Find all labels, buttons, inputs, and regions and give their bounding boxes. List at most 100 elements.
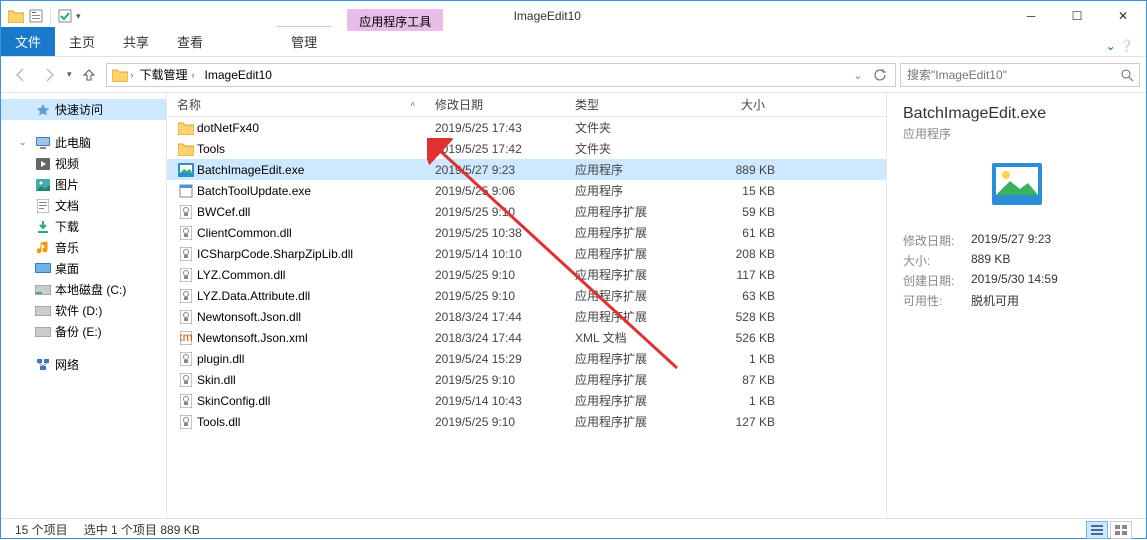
file-size: 59 KB [695,205,775,219]
properties-icon[interactable] [27,7,45,25]
details-subtype: 应用程序 [903,125,1130,142]
file-date: 2019/5/14 10:43 [435,394,575,408]
refresh-button[interactable] [869,65,891,85]
view-thumbnails-button[interactable] [1110,521,1132,539]
tab-share[interactable]: 共享 [109,27,163,56]
file-row[interactable]: dotNetFx402019/5/25 17:43文件夹 [167,117,886,138]
star-icon [35,102,51,118]
file-row[interactable]: LYZ.Data.Attribute.dll2019/5/25 9:10应用程序… [167,285,886,306]
file-size: 889 KB [695,163,775,177]
file-row[interactable]: SkinConfig.dll2019/5/14 10:43应用程序扩展1 KB [167,390,886,411]
search-icon[interactable] [1115,64,1139,86]
column-size[interactable]: 大小 [685,96,775,113]
file-row[interactable]: ClientCommon.dll2019/5/25 10:38应用程序扩展61 … [167,222,886,243]
file-date: 2019/5/25 9:10 [435,415,575,429]
file-name: dotNetFx40 [195,121,435,135]
forward-button[interactable] [37,62,63,88]
sidebar-item-soft-d[interactable]: ›软件 (D:) [1,300,166,321]
column-date[interactable]: 修改日期 [425,96,565,113]
file-icon [177,351,195,367]
file-icon [177,246,195,262]
folder-icon [7,7,25,25]
qat-dropdown-icon[interactable]: ▾ [76,11,81,22]
breadcrumb-item[interactable]: ImageEdit10 [201,68,276,82]
history-dropdown-icon[interactable]: ⌄ [847,65,869,85]
desktop-icon [35,261,51,277]
recent-dropdown-icon[interactable]: ▾ [67,69,72,80]
sidebar-item-backup-e[interactable]: ›备份 (E:) [1,321,166,342]
drive-icon [35,303,51,319]
file-icon [177,288,195,304]
sidebar-item-music[interactable]: ›音乐 [1,237,166,258]
column-name[interactable]: 名称˄ [167,96,425,113]
maximize-button[interactable]: ☐ [1054,1,1100,31]
tab-file[interactable]: 文件 [1,27,55,56]
sidebar-item-videos[interactable]: ›视频 [1,153,166,174]
minimize-button[interactable]: ─ [1008,1,1054,31]
sidebar-item-documents[interactable]: ›文档 [1,195,166,216]
file-row[interactable]: plugin.dll2019/5/24 15:29应用程序扩展1 KB [167,348,886,369]
file-type: 应用程序 [575,182,695,199]
column-type[interactable]: 类型 [565,96,685,113]
details-thumbnail [987,154,1047,214]
search-input[interactable] [901,68,1115,82]
pc-icon [35,135,51,151]
file-type: 应用程序扩展 [575,224,695,241]
tab-home[interactable]: 主页 [55,27,109,56]
back-button[interactable] [7,62,33,88]
content-area: › 快速访问 ⌄ 此电脑 ›视频 ›图片 ›文档 ›下载 ›音乐 ›桌面 ›本地… [1,93,1146,518]
details-property: 大小:889 KB [903,252,1130,269]
file-size: 15 KB [695,184,775,198]
file-icon [177,414,195,430]
close-button[interactable]: ✕ [1100,1,1146,31]
file-icon [177,120,195,136]
file-name: Newtonsoft.Json.dll [195,310,435,324]
tab-view[interactable]: 查看 [163,27,217,56]
checkbox-icon[interactable] [56,7,74,25]
file-icon [177,267,195,283]
file-icon [177,183,195,199]
sidebar-item-desktop[interactable]: ›桌面 [1,258,166,279]
file-name: plugin.dll [195,352,435,366]
file-date: 2019/5/25 17:43 [435,121,575,135]
file-row[interactable]: LYZ.Common.dll2019/5/25 9:10应用程序扩展117 KB [167,264,886,285]
search-box[interactable] [900,63,1140,87]
file-row[interactable]: Tools2019/5/25 17:42文件夹 [167,138,886,159]
file-size: 526 KB [695,331,775,345]
up-button[interactable] [76,62,102,88]
file-row[interactable]: BWCef.dll2019/5/25 9:10应用程序扩展59 KB [167,201,886,222]
file-row[interactable]: ICSharpCode.SharpZipLib.dll2019/5/14 10:… [167,243,886,264]
sidebar-item-this-pc[interactable]: ⌄ 此电脑 [1,132,166,153]
file-row[interactable]: BatchToolUpdate.exe2019/5/25 9:06应用程序15 … [167,180,886,201]
view-details-button[interactable] [1086,521,1108,539]
file-type: 应用程序扩展 [575,413,695,430]
file-row[interactable]: BatchImageEdit.exe2019/5/27 9:23应用程序889 … [167,159,886,180]
file-icon [177,225,195,241]
file-row[interactable]: xmlNewtonsoft.Json.xml2018/3/24 17:44XML… [167,327,886,348]
file-name: BatchImageEdit.exe [195,163,435,177]
file-row[interactable]: Newtonsoft.Json.dll2018/3/24 17:44应用程序扩展… [167,306,886,327]
file-type: 文件夹 [575,119,695,136]
sidebar-item-network[interactable]: ›网络 [1,354,166,375]
file-type: 应用程序扩展 [575,266,695,283]
file-row[interactable]: Skin.dll2019/5/25 9:10应用程序扩展87 KB [167,369,886,390]
file-date: 2018/3/24 17:44 [435,310,575,324]
svg-text:xml: xml [180,331,192,344]
file-size: 1 KB [695,394,775,408]
file-type: 应用程序扩展 [575,203,695,220]
breadcrumb-item[interactable]: 下载管理› [136,66,199,83]
sidebar-item-quick-access[interactable]: › 快速访问 [1,99,166,120]
sidebar-item-downloads[interactable]: ›下载 [1,216,166,237]
details-property: 创建日期:2019/5/30 14:59 [903,272,1130,289]
window-title: ImageEdit10 [514,9,581,23]
ribbon-help-icon[interactable]: ⌄ ❔ [1094,36,1146,56]
sidebar-item-local-c[interactable]: ›本地磁盘 (C:) [1,279,166,300]
sidebar-item-pictures[interactable]: ›图片 [1,174,166,195]
file-row[interactable]: Tools.dll2019/5/25 9:10应用程序扩展127 KB [167,411,886,432]
breadcrumb[interactable]: › 下载管理› ImageEdit10 ⌄ [106,63,896,87]
file-name: Tools.dll [195,415,435,429]
file-name: ClientCommon.dll [195,226,435,240]
file-name: LYZ.Data.Attribute.dll [195,289,435,303]
tab-manage[interactable]: 管理 [277,26,331,56]
address-toolbar: ▾ › 下载管理› ImageEdit10 ⌄ [1,57,1146,93]
